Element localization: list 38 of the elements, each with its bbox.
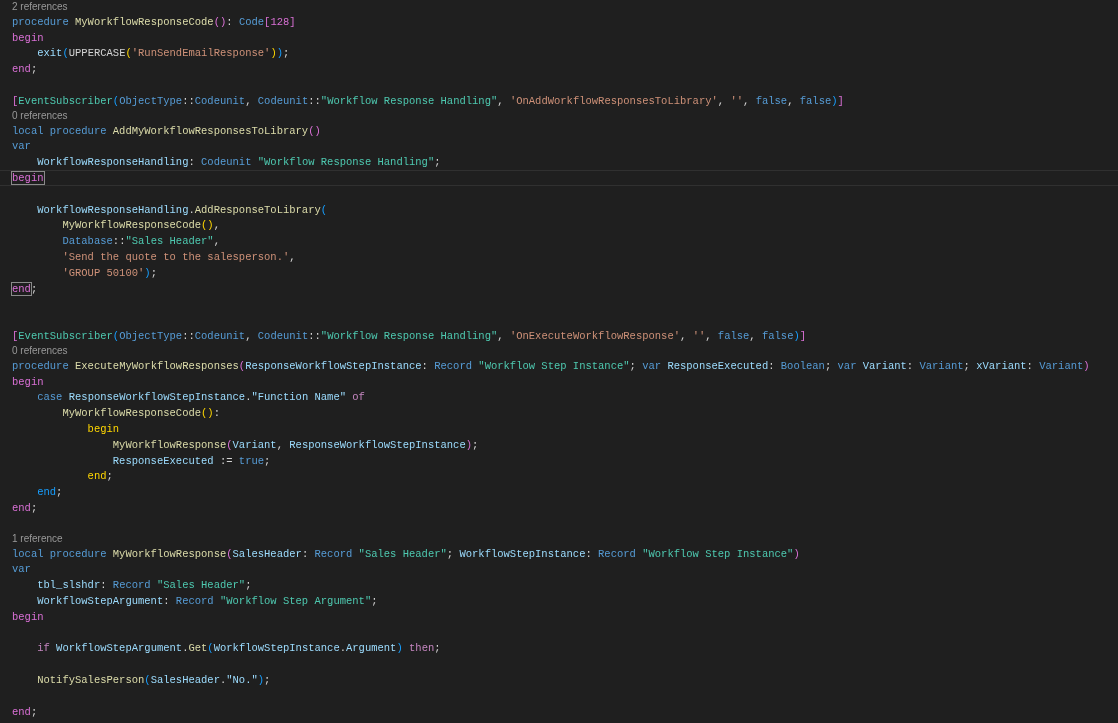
code-line: WorkflowResponseHandling: Codeunit "Workflow Response Handling"; bbox=[36, 155, 441, 170]
code-line: [EventSubscriber(ObjectType::Codeunit, Codeunit::"Workflow Response Handling", 'OnExecuteWorkflowResponse', '', false, false)] bbox=[12, 329, 807, 344]
code-line: exit(UPPERCASE('RunSendEmailResponse')); bbox=[36, 46, 290, 61]
code-lens-reference-link[interactable]: 0 references bbox=[12, 344, 68, 357]
code-line: var bbox=[12, 139, 31, 154]
code-line: end; bbox=[36, 485, 63, 500]
code-line: if WorkflowStepArgument.Get(WorkflowStepInstance.Argument) then; bbox=[36, 641, 441, 656]
code-line: Database::"Sales Header", bbox=[61, 234, 220, 249]
code-line: WorkflowStepArgument: Record "Workflow Step Argument"; bbox=[36, 594, 378, 608]
code-line: begin bbox=[86, 422, 120, 436]
code-line: end; bbox=[86, 469, 113, 484]
code-line: begin bbox=[12, 171, 44, 186]
code-line: local procedure AddMyWorkflowResponsesToLibrary() bbox=[12, 123, 321, 138]
code-line: end; bbox=[12, 501, 38, 515]
code-line: MyWorkflowResponseCode(): bbox=[61, 406, 220, 421]
code-line: end; bbox=[12, 62, 38, 77]
code-line: 'Send the quote to the salesperson.', bbox=[61, 250, 296, 265]
code-lens-reference-link[interactable]: 0 references bbox=[12, 109, 68, 122]
code-line: begin bbox=[12, 609, 44, 624]
code-line: WorkflowResponseHandling.AddResponseToLibrary( bbox=[36, 202, 328, 217]
code-line: [EventSubscriber(ObjectType::Codeunit, Codeunit::"Workflow Response Handling", 'OnAddWorkflowResponsesToLibrary', '', false, false)] bbox=[12, 93, 844, 108]
code-line: begin bbox=[12, 30, 44, 45]
code-line: local procedure MyWorkflowResponse(SalesHeader: Record "Sales Header"; WorkflowStepInstance: Record "Workflow Step Instance") bbox=[12, 546, 800, 561]
code-lens-reference-link[interactable]: 2 references bbox=[12, 1, 68, 13]
code-line: var bbox=[12, 562, 31, 577]
code-line: case ResponseWorkflowStepInstance."Function Name" of bbox=[36, 390, 365, 405]
code-line: procedure ExecuteMyWorkflowResponses(ResponseWorkflowStepInstance: Record "Workflow Step Instance"; var ResponseExecuted: Boolean; var Variant: Variant; xVariant: Variant) bbox=[12, 358, 1090, 373]
code-line: MyWorkflowResponseCode(), bbox=[61, 218, 220, 233]
code-line: 'GROUP 50100'); bbox=[61, 265, 157, 280]
code-line: MyWorkflowResponse(Variant, ResponseWorkflowStepInstance); bbox=[111, 437, 479, 452]
code-line: end; bbox=[12, 281, 38, 296]
code-line: NotifySalesPerson(SalesHeader."No."); bbox=[36, 672, 271, 687]
code-line: begin bbox=[12, 374, 44, 389]
code-line: end; bbox=[12, 704, 38, 719]
code-line: tbl_slshdr: Record "Sales Header"; bbox=[36, 578, 252, 593]
code-line: procedure MyWorkflowResponseCode(): Code[128] bbox=[12, 14, 296, 29]
code-lens-reference-link[interactable]: 1 reference bbox=[12, 532, 63, 545]
code-line: ResponseExecuted := true; bbox=[111, 453, 271, 468]
